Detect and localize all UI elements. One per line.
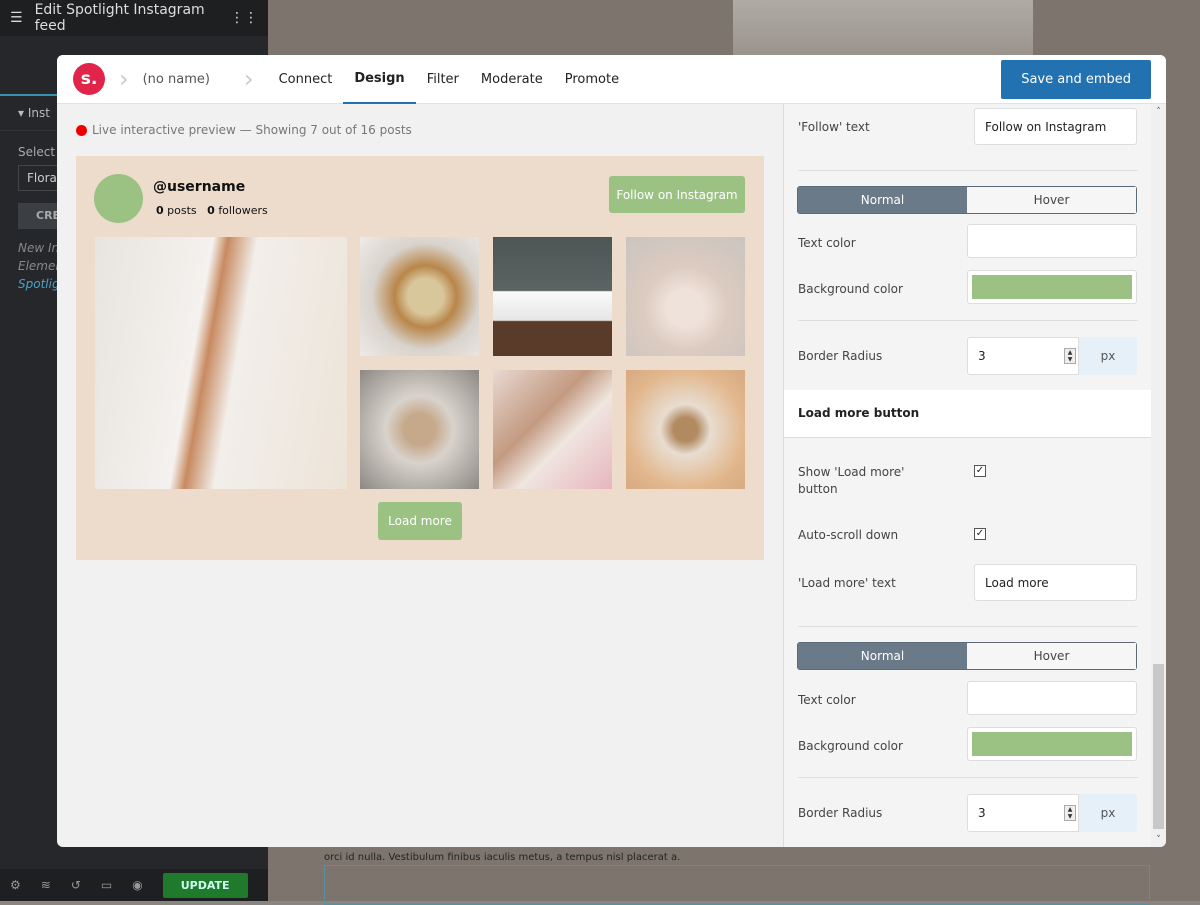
hover-tab[interactable]: Hover (967, 643, 1136, 669)
border-radius-label: Border Radius (798, 349, 883, 363)
tab-moderate[interactable]: Moderate (470, 55, 554, 104)
normal-tab[interactable]: Normal (798, 187, 967, 213)
load-more-text-color-picker[interactable] (967, 681, 1137, 715)
load-more-radius-input[interactable]: 3 (967, 794, 1079, 832)
color-swatch (972, 732, 1132, 756)
feed-preview: Live interactive preview — Showing 7 out… (57, 104, 783, 847)
page-body-text: orci id nulla. Vestibulum finibus iaculi… (324, 852, 681, 863)
tab-connect[interactable]: Connect (268, 55, 344, 104)
follow-text-color-picker[interactable] (967, 224, 1137, 258)
modal-header: s. › (no name) › Connect Design Filter M… (57, 55, 1166, 104)
profile-stats: 0 posts 0 followers (156, 204, 268, 217)
auto-scroll-checkbox[interactable]: ✓ (974, 528, 986, 540)
tab-design[interactable]: Design (343, 55, 416, 104)
apps-grid-icon[interactable]: ⋮⋮ (230, 10, 258, 26)
stepper-icon[interactable]: ▲ ▼ (1064, 805, 1076, 821)
live-dot-icon (76, 124, 87, 136)
post-image[interactable] (493, 370, 612, 489)
divider (798, 777, 1138, 778)
username: @username (153, 179, 246, 195)
stepper-icon[interactable]: ▲ ▼ (1064, 348, 1076, 364)
post-image[interactable] (493, 237, 612, 356)
section-load-more: Load more button (784, 390, 1152, 438)
post-image[interactable] (360, 237, 479, 356)
bg-color-label: Background color (798, 282, 903, 296)
follow-text-label: 'Follow' text (798, 120, 870, 134)
post-image[interactable] (626, 237, 745, 356)
settings-icon[interactable]: ⚙ (10, 878, 21, 892)
chevron-right-icon: › (119, 65, 129, 93)
show-load-more-checkbox[interactable]: ✓ (974, 465, 986, 477)
page-image (733, 0, 1033, 55)
text-color-label: Text color (798, 693, 856, 707)
follow-text-input[interactable]: Follow on Instagram (974, 108, 1137, 145)
follow-radius-input[interactable]: 3 (967, 337, 1079, 375)
unit-select[interactable]: px (1079, 794, 1137, 832)
spotlight-logo: s. (73, 63, 105, 95)
scroll-down-icon[interactable]: ˅ (1151, 835, 1166, 845)
tab-filter[interactable]: Filter (416, 55, 470, 104)
feed-name[interactable]: (no name) (143, 72, 210, 87)
editor-title: Edit Spotlight Instagram feed (34, 2, 205, 34)
divider (798, 626, 1138, 627)
avatar (94, 174, 143, 223)
follow-bg-color-picker[interactable] (967, 270, 1137, 304)
text-color-label: Text color (798, 236, 856, 250)
load-more-state-toggle: Normal Hover (797, 642, 1137, 670)
panel-scrollbar[interactable]: ˄ ˅ (1151, 104, 1166, 847)
history-icon[interactable]: ↺ (71, 878, 81, 892)
divider (798, 170, 1138, 171)
scrollbar-thumb[interactable] (1153, 664, 1164, 829)
preview-status: Live interactive preview — Showing 7 out… (76, 123, 412, 137)
follow-button[interactable]: Follow on Instagram (609, 176, 745, 213)
load-more-bg-color-picker[interactable] (967, 727, 1137, 761)
scroll-up-icon[interactable]: ˄ (1151, 107, 1166, 117)
tab-promote[interactable]: Promote (554, 55, 630, 104)
show-load-more-label: Show 'Load more' button (798, 465, 905, 496)
load-more-text-label: 'Load more' text (798, 576, 896, 590)
responsive-icon[interactable]: ▭ (101, 878, 112, 892)
chevron-right-icon: › (243, 65, 254, 93)
bg-color-label: Background color (798, 739, 903, 753)
divider (798, 320, 1138, 321)
menu-icon[interactable]: ☰ (10, 10, 23, 26)
update-button[interactable]: UPDATE (162, 872, 248, 898)
instagram-feed: @username 0 posts 0 followers Follow on … (76, 156, 764, 560)
follow-state-toggle: Normal Hover (797, 186, 1137, 214)
post-image[interactable] (360, 370, 479, 489)
page-feed-frame (324, 865, 1150, 905)
feed-editor-modal: s. › (no name) › Connect Design Filter M… (57, 55, 1166, 847)
color-swatch (972, 275, 1132, 299)
design-settings-panel: 'Follow' text Follow on Instagram Normal… (783, 104, 1152, 847)
preview-eye-icon[interactable]: ◉ (132, 878, 142, 892)
hover-tab[interactable]: Hover (967, 187, 1136, 213)
post-image[interactable] (95, 237, 347, 489)
post-image[interactable] (626, 370, 745, 489)
normal-tab[interactable]: Normal (798, 643, 967, 669)
load-more-button[interactable]: Load more (378, 502, 462, 540)
auto-scroll-label: Auto-scroll down (798, 528, 899, 542)
layers-icon[interactable]: ≋ (41, 878, 51, 892)
unit-select[interactable]: px (1079, 337, 1137, 375)
save-and-embed-button[interactable]: Save and embed (1001, 60, 1151, 99)
border-radius-label: Border Radius (798, 806, 883, 820)
load-more-text-input[interactable]: Load more (974, 564, 1137, 601)
